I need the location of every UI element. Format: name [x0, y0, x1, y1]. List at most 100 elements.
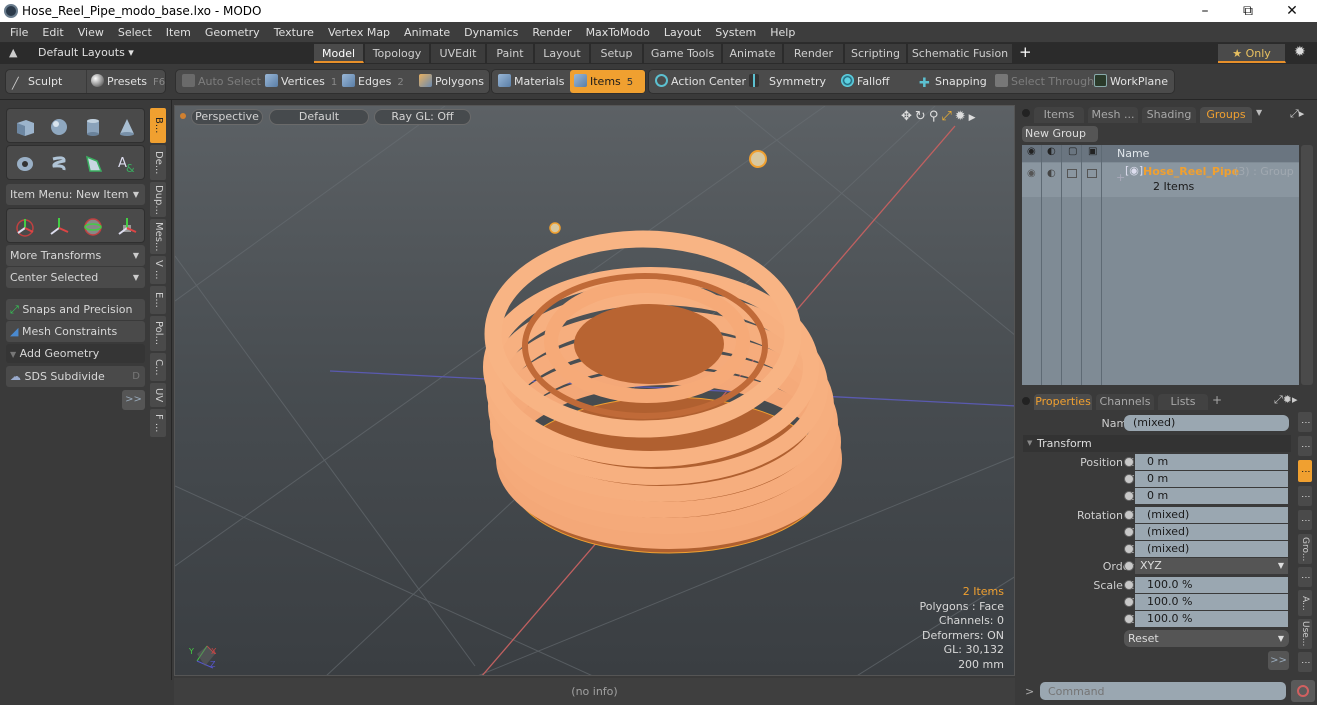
row-render-icon[interactable]: ◐: [1047, 168, 1056, 179]
scale-icon[interactable]: [111, 212, 143, 241]
rotation-z-field[interactable]: (mixed): [1135, 541, 1288, 557]
tab-scripting[interactable]: Scripting: [845, 44, 907, 63]
menu-maxtomodo[interactable]: MaxToModo: [579, 22, 657, 43]
tab-mesh[interactable]: Mesh ...: [1088, 107, 1138, 123]
new-group-button[interactable]: New Group: [1022, 126, 1098, 142]
vertices-button[interactable]: Vertices 1: [261, 70, 337, 93]
tab-paint[interactable]: Paint: [487, 44, 534, 63]
workplane-button[interactable]: WorkPlane: [1090, 70, 1172, 93]
vtab-groups[interactable]: Gro...: [1298, 534, 1312, 564]
pen-polygon-icon[interactable]: [77, 149, 109, 178]
vtab-polygon[interactable]: Pol...: [150, 316, 166, 351]
vtab-props-4[interactable]: ⋮: [1298, 486, 1312, 506]
tab-layout[interactable]: Layout: [535, 44, 590, 63]
vtab-basic[interactable]: B...: [150, 108, 166, 143]
3d-viewport[interactable]: Y X Z Perspective Default Ray GL: Off ✥↻…: [174, 105, 1015, 676]
order-dropdown[interactable]: XYZ ▼: [1135, 558, 1288, 574]
view-type-dropdown[interactable]: Perspective: [191, 109, 263, 125]
panel-menu-icon[interactable]: [1022, 397, 1030, 405]
auto-select-button[interactable]: Auto Select: [178, 70, 261, 93]
tab-animate[interactable]: Animate: [723, 44, 783, 63]
tab-lists[interactable]: Lists: [1158, 394, 1208, 410]
menu-geometry[interactable]: Geometry: [198, 22, 267, 43]
restore-button[interactable]: ⧉: [1228, 1, 1268, 21]
action-center-button[interactable]: Action Center: [651, 70, 746, 93]
layout-up-icon[interactable]: ▲: [9, 46, 17, 59]
position-z-field[interactable]: 0 m: [1135, 488, 1288, 504]
polygons-button[interactable]: Polygons: [415, 70, 489, 93]
vtab-duplicate[interactable]: Dup...: [150, 182, 166, 217]
row-lock-checkbox[interactable]: [1067, 169, 1077, 178]
record-button[interactable]: [1291, 680, 1315, 702]
menu-select[interactable]: Select: [111, 22, 159, 43]
group-row[interactable]: ◉ ◐ + [◉] Hose_Reel_Pipe (3) : Group 2 I…: [1022, 163, 1299, 197]
groups-scrollbar[interactable]: [1301, 145, 1313, 385]
vtab-deform[interactable]: De...: [150, 145, 166, 180]
snapping-button[interactable]: ✚ Snapping: [915, 70, 989, 93]
panel-expand-icon[interactable]: ⤢▸: [1290, 107, 1304, 121]
menu-view[interactable]: View: [71, 22, 111, 43]
tab-uvedit[interactable]: UVEdit: [431, 44, 486, 63]
vtab-user[interactable]: Use...: [1298, 619, 1312, 649]
sphere-icon[interactable]: [43, 112, 75, 141]
only-toggle[interactable]: ★ Only: [1218, 44, 1286, 63]
menu-render[interactable]: Render: [525, 22, 578, 43]
vtab-vertex[interactable]: V ...: [150, 256, 166, 284]
name-field[interactable]: (mixed): [1124, 415, 1289, 431]
menu-dynamics[interactable]: Dynamics: [457, 22, 525, 43]
properties-more-button[interactable]: >>: [1268, 651, 1289, 670]
tab-shading[interactable]: Shading: [1142, 107, 1196, 123]
menu-file[interactable]: File: [0, 22, 35, 43]
symmetry-button[interactable]: Symmetry: [745, 70, 835, 93]
vtab-props-5[interactable]: ⋮: [1298, 510, 1312, 530]
torus-icon[interactable]: [9, 149, 41, 178]
edges-button[interactable]: Edges 2: [338, 70, 414, 93]
materials-button[interactable]: Materials: [494, 70, 568, 93]
viewport-more-icon[interactable]: ▶: [969, 113, 979, 123]
vtab-props-2[interactable]: ⋮: [1298, 436, 1312, 456]
default-layouts-dropdown[interactable]: Default Layouts ▾: [38, 46, 134, 59]
tab-items[interactable]: Items: [1034, 107, 1084, 123]
position-x-anim-dot[interactable]: [1124, 457, 1134, 467]
rotation-y-anim-dot[interactable]: [1124, 527, 1134, 537]
row-visibility-icon[interactable]: ◉: [1027, 168, 1036, 179]
add-geometry-section[interactable]: ▼ Add Geometry: [6, 344, 145, 363]
tab-groups[interactable]: Groups: [1200, 107, 1252, 123]
vtab-fusion[interactable]: F ...: [150, 409, 166, 437]
tab-topology[interactable]: Topology: [365, 44, 430, 63]
visibility-column-icon[interactable]: ◉: [1027, 146, 1036, 157]
add-layout-tab-button[interactable]: +: [1019, 43, 1032, 61]
cone-icon[interactable]: [111, 112, 143, 141]
rotation-z-anim-dot[interactable]: [1124, 544, 1134, 554]
tabs-dropdown-icon[interactable]: ▼: [1256, 108, 1262, 117]
reset-dropdown[interactable]: Reset ▼: [1124, 630, 1289, 647]
vtab-a[interactable]: A...: [1298, 590, 1312, 616]
vtab-props-7[interactable]: ⋮: [1298, 652, 1312, 672]
row-select-checkbox[interactable]: [1087, 169, 1097, 178]
tab-game-tools[interactable]: Game Tools: [644, 44, 722, 63]
tab-model[interactable]: Model: [314, 44, 364, 63]
falloff-button[interactable]: Falloff: [837, 70, 913, 93]
position-y-anim-dot[interactable]: [1124, 474, 1134, 484]
name-column-header[interactable]: Name: [1117, 147, 1149, 160]
more-transforms-dropdown[interactable]: More Transforms ▼: [6, 245, 145, 266]
vtab-uv[interactable]: UV: [150, 383, 166, 407]
position-y-field[interactable]: 0 m: [1135, 471, 1288, 487]
cube-icon[interactable]: [9, 112, 41, 141]
scale-x-field[interactable]: 100.0 %: [1135, 577, 1288, 593]
select-through-button[interactable]: Select Through: [991, 70, 1094, 93]
vtab-mesh[interactable]: Mes...: [150, 219, 166, 254]
tab-setup[interactable]: Setup: [591, 44, 643, 63]
sculpt-button[interactable]: ╱ Sculpt: [8, 70, 82, 93]
viewport-indicator-dot[interactable]: [180, 113, 186, 119]
panel-menu-icon[interactable]: [1022, 109, 1030, 117]
menu-edit[interactable]: Edit: [35, 22, 70, 43]
presets-button[interactable]: Presets F6: [86, 70, 166, 93]
menu-texture[interactable]: Texture: [267, 22, 321, 43]
sds-subdivide-button[interactable]: ☁ SDS Subdivide D: [6, 366, 145, 387]
add-tab-button[interactable]: +: [1212, 393, 1222, 407]
group-name[interactable]: Hose_Reel_Pipe: [1143, 165, 1239, 178]
scale-z-anim-dot[interactable]: [1124, 614, 1134, 624]
text-tool-icon[interactable]: A &: [111, 149, 143, 178]
vtab-props-1[interactable]: ⋮: [1298, 412, 1312, 432]
